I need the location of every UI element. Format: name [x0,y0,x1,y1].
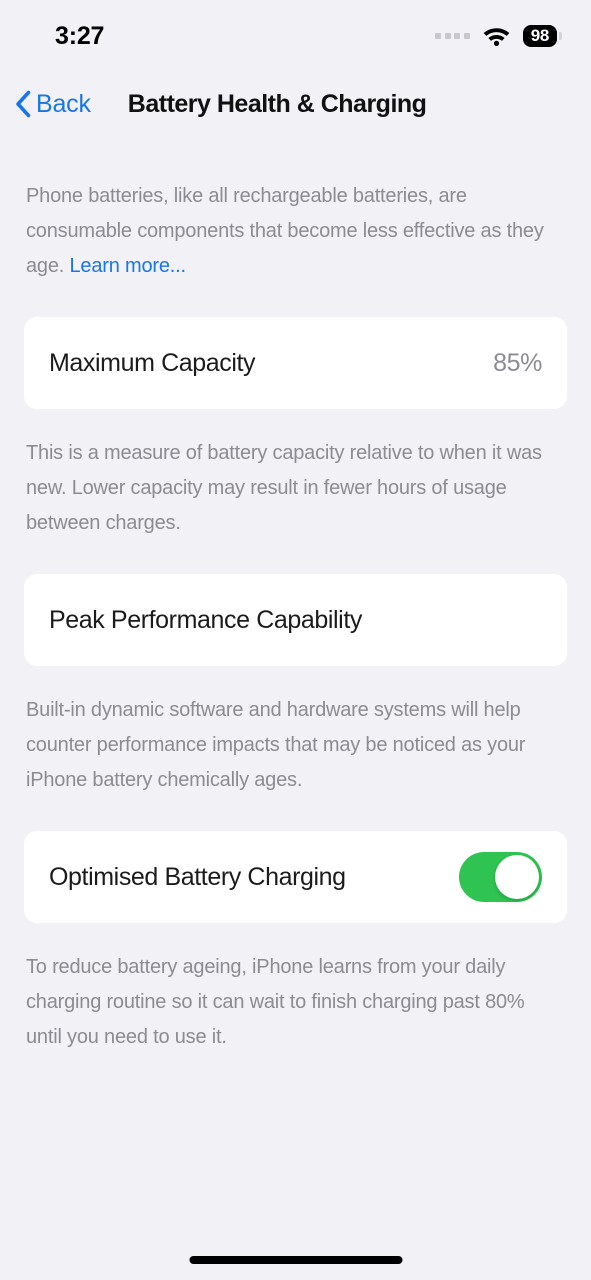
optimised-battery-charging-label: Optimised Battery Charging [49,862,346,891]
battery-cap-icon [559,32,562,40]
back-button[interactable]: Back [12,89,91,119]
chevron-left-icon [16,90,31,118]
cellular-dots-icon [435,33,470,39]
settings-content: Phone batteries, like all rechargeable b… [0,179,591,1055]
wifi-icon [483,28,509,46]
battery-indicator: 98 [522,25,562,47]
optimised-battery-charging-description: To reduce battery ageing, iPhone learns … [26,956,525,1048]
maximum-capacity-value: 85% [493,348,542,377]
intro-description: Phone batteries, like all rechargeable b… [24,179,567,284]
maximum-capacity-row[interactable]: Maximum Capacity 85% [24,317,567,409]
status-bar: 3:27 98 [0,0,591,72]
navigation-bar: Back Battery Health & Charging [0,72,591,136]
peak-performance-description: Built-in dynamic software and hardware s… [26,699,526,791]
home-indicator[interactable] [189,1256,402,1264]
status-bar-indicators: 98 [435,25,562,47]
peak-performance-label: Peak Performance Capability [49,605,362,634]
maximum-capacity-description: This is a measure of battery capacity re… [26,442,542,534]
optimised-battery-charging-row[interactable]: Optimised Battery Charging [24,831,567,923]
optimised-battery-charging-toggle[interactable] [459,852,542,902]
status-bar-time: 3:27 [55,21,105,50]
maximum-capacity-label: Maximum Capacity [49,348,256,377]
peak-performance-row[interactable]: Peak Performance Capability [24,574,567,666]
toggle-knob [495,855,539,899]
learn-more-link[interactable]: Learn more... [69,255,186,277]
back-button-label: Back [36,89,91,118]
battery-level-label: 98 [530,26,550,45]
page-title: Battery Health & Charging [127,89,427,118]
